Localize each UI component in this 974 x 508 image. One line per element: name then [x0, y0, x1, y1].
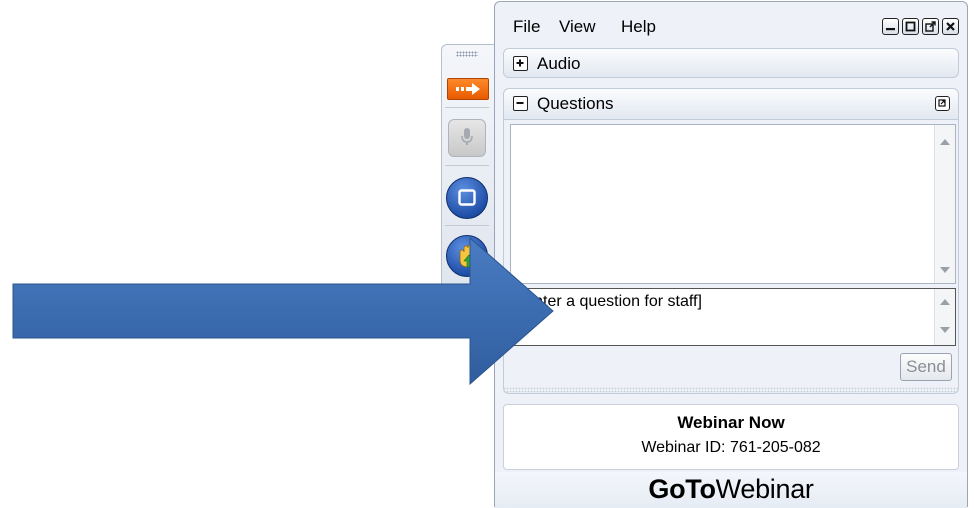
big-arrow-pointer-icon: [12, 236, 554, 386]
